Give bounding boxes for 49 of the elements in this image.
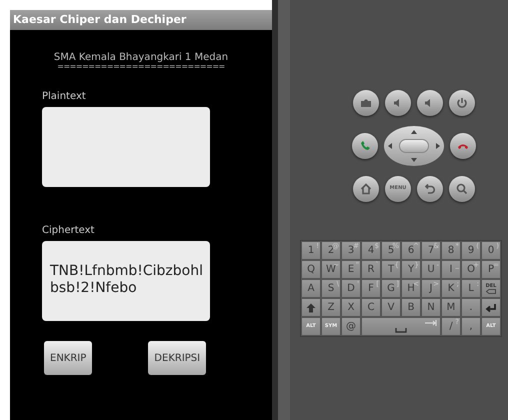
right-arrow-icon xyxy=(435,143,440,149)
camera-icon xyxy=(360,97,372,109)
keyboard-key[interactable]: @ xyxy=(341,317,361,336)
keyboard-key[interactable]: . xyxy=(461,298,481,317)
backspace-icon xyxy=(486,288,496,294)
app-title: Kaesar Chiper dan Dechiper xyxy=(13,12,186,28)
school-name: SMA Kemala Bhayangkari 1 Medan xyxy=(54,52,228,63)
shift-key[interactable] xyxy=(301,298,321,317)
keyboard-key[interactable]: M xyxy=(441,298,461,317)
action-button[interactable]: ENKRIP xyxy=(44,341,92,375)
keyboard-key[interactable]: N xyxy=(421,298,441,317)
ciphertext-field[interactable]: TNB!Lfnbmb!Cibzbohl bsb!2!Nfebo xyxy=(42,241,210,321)
tab-arrow-icon xyxy=(425,320,437,326)
down-arrow-icon xyxy=(411,158,417,162)
call-button[interactable] xyxy=(352,133,378,159)
keyboard-key[interactable]: Q xyxy=(301,260,321,279)
keyboard-key[interactable]: Z xyxy=(321,298,341,317)
search-button[interactable] xyxy=(449,176,475,202)
space-key[interactable] xyxy=(361,317,441,336)
keyboard-key[interactable]: V xyxy=(381,298,401,317)
separator-text: =========================== xyxy=(57,63,225,71)
camera-button[interactable] xyxy=(353,90,379,116)
keyboard-key[interactable]: , xyxy=(461,317,481,336)
search-icon xyxy=(456,183,468,195)
plaintext-label: Plaintext xyxy=(42,90,87,104)
keyboard-key[interactable]: A xyxy=(301,279,321,298)
power-button[interactable] xyxy=(449,90,475,116)
ciphertext-label: Ciphertext xyxy=(42,224,96,238)
keyboard-key[interactable]: X xyxy=(341,298,361,317)
back-arrow-icon xyxy=(424,183,436,195)
enter-icon xyxy=(485,302,497,312)
volume-up-button[interactable] xyxy=(417,90,443,116)
power-icon xyxy=(456,97,468,109)
back-button[interactable] xyxy=(417,176,443,202)
action-button[interactable]: DEKRIPSI xyxy=(148,341,206,375)
plaintext-field[interactable] xyxy=(42,107,210,187)
left-arrow-icon xyxy=(388,143,393,149)
home-icon xyxy=(360,183,372,195)
dpad-center-button[interactable] xyxy=(399,139,429,153)
end-call-button[interactable] xyxy=(450,133,476,159)
phone-icon xyxy=(359,140,371,152)
enter-key[interactable] xyxy=(481,298,501,317)
space-icon xyxy=(395,328,407,333)
shift-icon xyxy=(306,302,316,312)
home-button[interactable] xyxy=(353,176,379,202)
keyboard-key[interactable]: B xyxy=(401,298,421,317)
volume-down-button[interactable] xyxy=(385,90,411,116)
up-arrow-icon xyxy=(411,130,417,134)
keyboard-key[interactable]: C xyxy=(361,298,381,317)
